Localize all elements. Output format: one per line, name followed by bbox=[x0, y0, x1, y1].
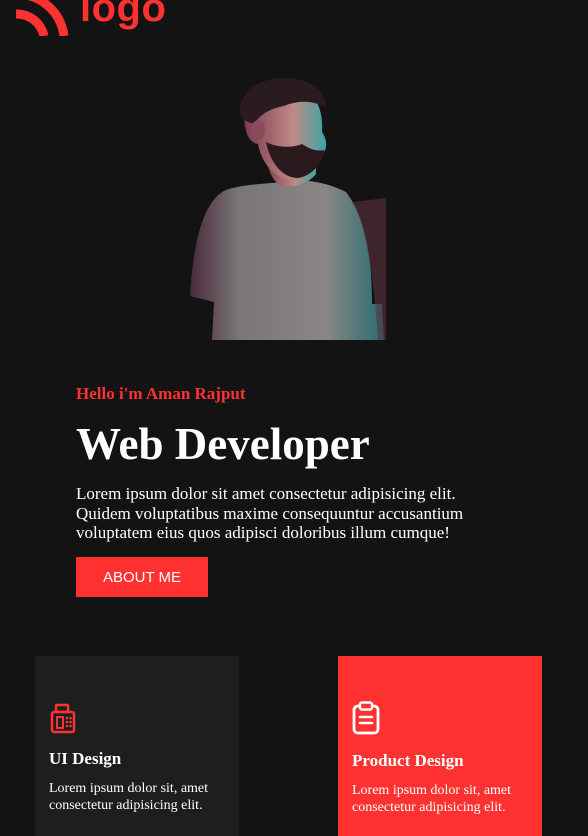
hero-greeting: Hello i'm Aman Rajput bbox=[76, 384, 246, 403]
service-title: Product Design bbox=[352, 751, 464, 770]
site-logo[interactable]: logo bbox=[14, 0, 166, 36]
service-text: Lorem ipsum dolor sit, amet consectetur … bbox=[49, 781, 209, 813]
service-card-product-design[interactable]: Product Design Lorem ipsum dolor sit, am… bbox=[338, 656, 542, 836]
logo-signal-icon bbox=[15, 0, 69, 36]
hero-title: Web Developer bbox=[76, 419, 370, 469]
service-text: Lorem ipsum dolor sit, amet consectetur … bbox=[352, 783, 512, 815]
hero-description: Lorem ipsum dolor sit amet consectetur a… bbox=[76, 484, 464, 542]
service-title: UI Design bbox=[49, 749, 122, 768]
about-me-button[interactable]: ABOUT ME bbox=[76, 557, 208, 597]
profile-photo bbox=[190, 78, 386, 340]
clipboard-icon bbox=[352, 701, 380, 735]
fax-machine-icon bbox=[50, 703, 76, 734]
logo-text: logo bbox=[80, 0, 167, 30]
service-card-ui-design[interactable]: UI Design Lorem ipsum dolor sit, amet co… bbox=[35, 656, 239, 836]
